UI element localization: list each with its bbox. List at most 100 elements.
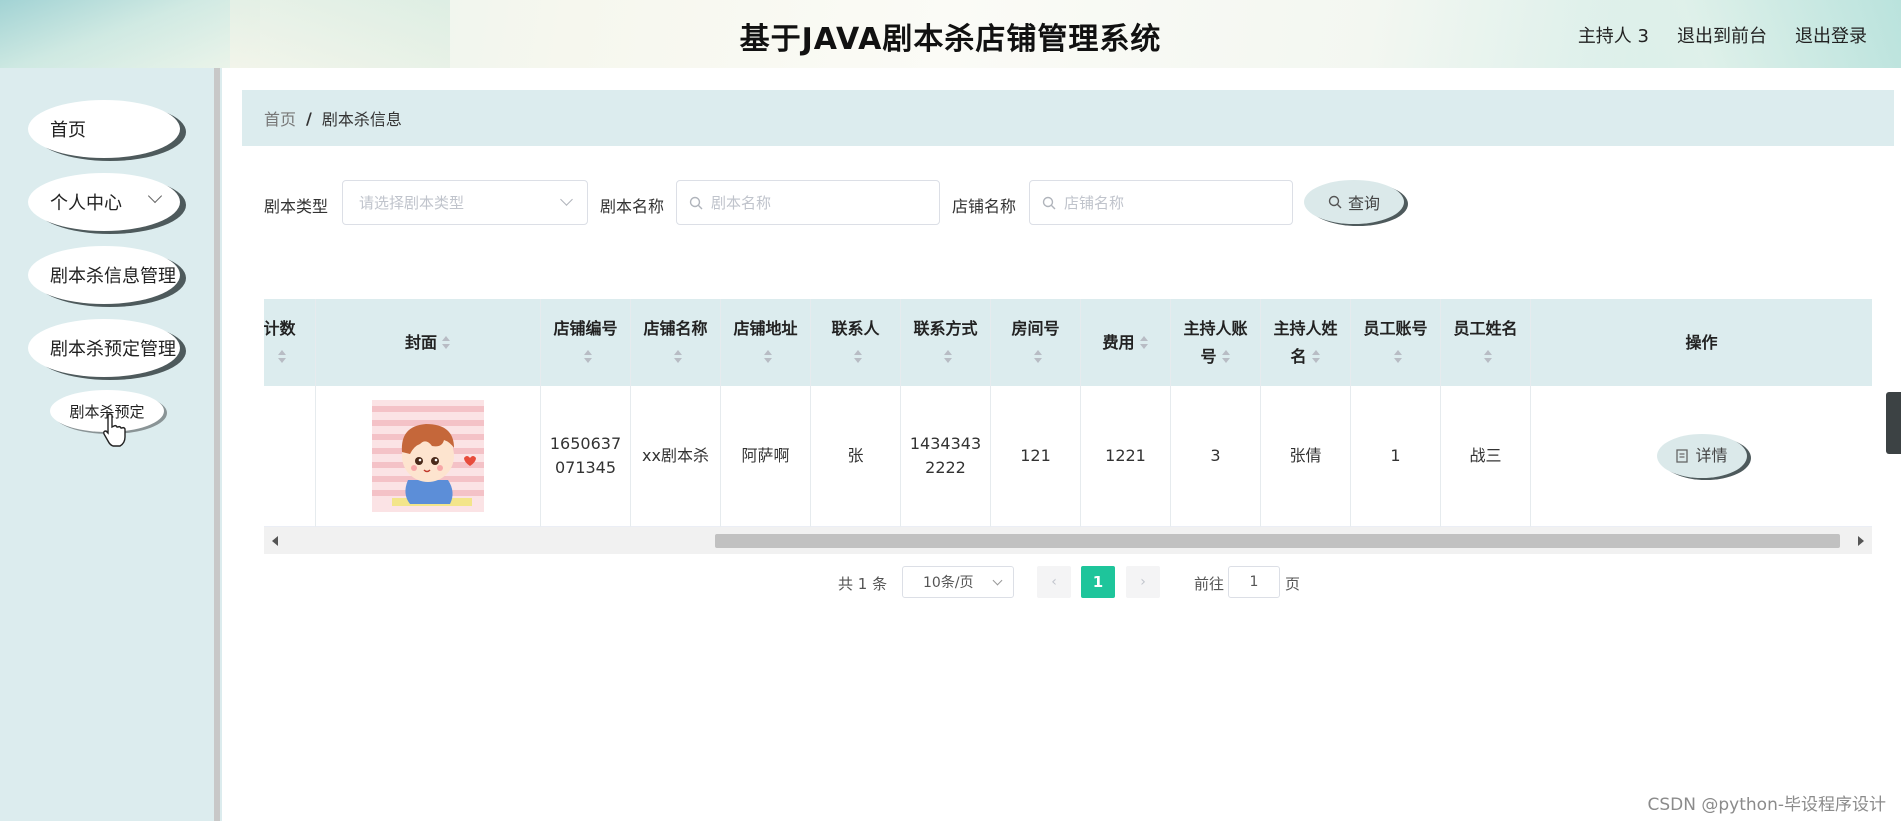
sidebar-item-label: 个人中心 <box>50 193 122 214</box>
cell-shop-name: xx剧本杀 <box>631 386 721 527</box>
page-number-button[interactable]: 1 <box>1081 566 1115 598</box>
breadcrumb-current: 剧本杀信息 <box>321 110 402 129</box>
shop-name-label: 店铺名称 <box>952 197 1017 216</box>
sort-icon[interactable] <box>1393 350 1403 364</box>
chevron-left-icon: ‹ <box>1051 574 1057 590</box>
collapse-tab[interactable] <box>1886 392 1901 454</box>
prev-page-button[interactable]: ‹ <box>1037 566 1071 598</box>
query-button[interactable]: 查询 <box>1304 180 1404 224</box>
goto-page-suffix: 页 <box>1285 575 1301 593</box>
sidebar-item-script-info-management[interactable]: 剧本杀信息管理 <box>28 246 180 304</box>
logout-link[interactable]: 退出登录 <box>1795 22 1867 48</box>
column-header-label: 房间号 <box>1011 318 1060 338</box>
column-header-count[interactable]: 计数 <box>264 299 316 386</box>
column-header-label: 操作 <box>1685 332 1718 352</box>
sort-icon[interactable] <box>763 350 773 364</box>
chevron-down-icon <box>992 575 1003 586</box>
sidebar-item-label: 剧本杀预定管理 <box>50 339 176 360</box>
column-header-label: 计数 <box>264 318 296 338</box>
cell-cover <box>316 386 541 527</box>
column-header-cover[interactable]: 封面 <box>316 299 541 386</box>
table-row: 1650637 071345 xx剧本杀 阿萨啊 张 1434343 2222 … <box>264 386 1872 527</box>
next-page-button[interactable]: › <box>1126 566 1160 598</box>
column-header-label: 主持人账 <box>1183 318 1248 338</box>
cell-host-account: 3 <box>1171 386 1261 527</box>
sort-icon[interactable] <box>853 350 863 364</box>
horizontal-scrollbar[interactable] <box>264 527 1872 554</box>
chevron-down-icon <box>560 193 573 206</box>
sort-icon[interactable] <box>1221 350 1231 364</box>
page-size-select[interactable]: 10条/页 <box>902 566 1014 598</box>
sort-icon[interactable] <box>583 350 593 364</box>
detail-button-label: 详情 <box>1695 446 1728 465</box>
cell-text: 2222 <box>925 458 966 477</box>
cell-staff-account: 1 <box>1351 386 1441 527</box>
chevron-right-icon: › <box>1140 574 1146 590</box>
column-header-shop-no[interactable]: 店铺编号 <box>541 299 631 386</box>
column-header-fee[interactable]: 费用 <box>1081 299 1171 386</box>
sidebar-item-home[interactable]: 首页 <box>28 100 180 158</box>
breadcrumb-home[interactable]: 首页 <box>264 106 296 130</box>
column-header-label: 员工账号 <box>1363 318 1428 338</box>
column-header-label: 店铺地址 <box>733 318 798 338</box>
sidebar-item-personal-center[interactable]: 个人中心 <box>28 173 180 231</box>
detail-button[interactable]: 详情 <box>1656 434 1747 478</box>
script-name-input[interactable]: 剧本名称 <box>676 180 940 225</box>
header-actions: 主持人 3 退出到前台 退出登录 <box>1578 22 1867 48</box>
cell-fee: 1221 <box>1081 386 1171 527</box>
hand-cursor-icon <box>103 413 126 447</box>
search-icon <box>689 196 703 209</box>
goto-page-input[interactable]: 1 <box>1228 566 1280 598</box>
sort-icon[interactable] <box>1139 336 1149 350</box>
header-bar: 基于JAVA剧本杀店铺管理系统 主持人 3 退出到前台 退出登录 <box>0 0 1901 68</box>
sort-icon[interactable] <box>1483 350 1493 364</box>
column-header-host-account[interactable]: 主持人账 号 <box>1171 299 1261 386</box>
cell-shop-no: 1650637 071345 <box>541 386 631 527</box>
sidebar-item-script-booking-management[interactable]: 剧本杀预定管理 <box>28 319 180 377</box>
column-header-actions: 操作 <box>1531 299 1872 386</box>
column-header-shop-address[interactable]: 店铺地址 <box>721 299 811 386</box>
shop-name-input[interactable]: 店铺名称 <box>1029 180 1293 225</box>
column-header-label: 主持人姓 <box>1273 318 1338 338</box>
column-header-phone[interactable]: 联系方式 <box>901 299 991 386</box>
sort-icon[interactable] <box>1311 350 1321 364</box>
column-header-staff-account[interactable]: 员工账号 <box>1351 299 1441 386</box>
script-name-label: 剧本名称 <box>600 197 665 216</box>
cell-text: 1650637 <box>549 434 622 453</box>
scroll-right-icon[interactable] <box>1858 536 1864 546</box>
script-type-placeholder: 请选择剧本类型 <box>359 194 465 212</box>
column-header-label: 联系方式 <box>913 318 978 338</box>
column-header-contact[interactable]: 联系人 <box>811 299 901 386</box>
breadcrumb: 首页 / 剧本杀信息 <box>242 90 1894 146</box>
scroll-left-icon[interactable] <box>272 536 278 546</box>
script-type-select[interactable]: 请选择剧本类型 <box>342 180 588 225</box>
column-header-label: 费用 <box>1102 332 1135 352</box>
cover-image[interactable] <box>372 400 484 512</box>
sidebar-scrollbar[interactable] <box>214 68 220 821</box>
cell-text: 1434343 <box>909 434 982 453</box>
exit-to-front-link[interactable]: 退出到前台 <box>1677 22 1767 48</box>
sidebar-item-label: 首页 <box>50 120 86 141</box>
column-header-label-line2: 名 <box>1290 346 1307 366</box>
cell-room: 121 <box>991 386 1081 527</box>
cell-staff-name: 战三 <box>1441 386 1531 527</box>
column-header-label: 联系人 <box>831 318 880 338</box>
sort-icon[interactable] <box>441 336 451 350</box>
column-header-label: 店铺名称 <box>643 318 708 338</box>
column-header-staff-name[interactable]: 员工姓名 <box>1441 299 1531 386</box>
page-size-value: 10条/页 <box>923 575 974 591</box>
column-header-label: 封面 <box>404 332 437 352</box>
sort-icon[interactable] <box>673 350 683 364</box>
column-header-host-name[interactable]: 主持人姓 名 <box>1261 299 1351 386</box>
cell-phone: 1434343 2222 <box>901 386 991 527</box>
column-header-room[interactable]: 房间号 <box>991 299 1081 386</box>
script-type-label: 剧本类型 <box>264 197 329 216</box>
pagination-total: 共 1 条 <box>838 575 888 593</box>
scrollbar-thumb[interactable] <box>715 534 1840 548</box>
cell-host-name: 张倩 <box>1261 386 1351 527</box>
sort-icon[interactable] <box>277 350 287 364</box>
search-icon <box>1328 195 1342 209</box>
sort-icon[interactable] <box>943 350 953 364</box>
column-header-shop-name[interactable]: 店铺名称 <box>631 299 721 386</box>
sort-icon[interactable] <box>1033 350 1043 364</box>
